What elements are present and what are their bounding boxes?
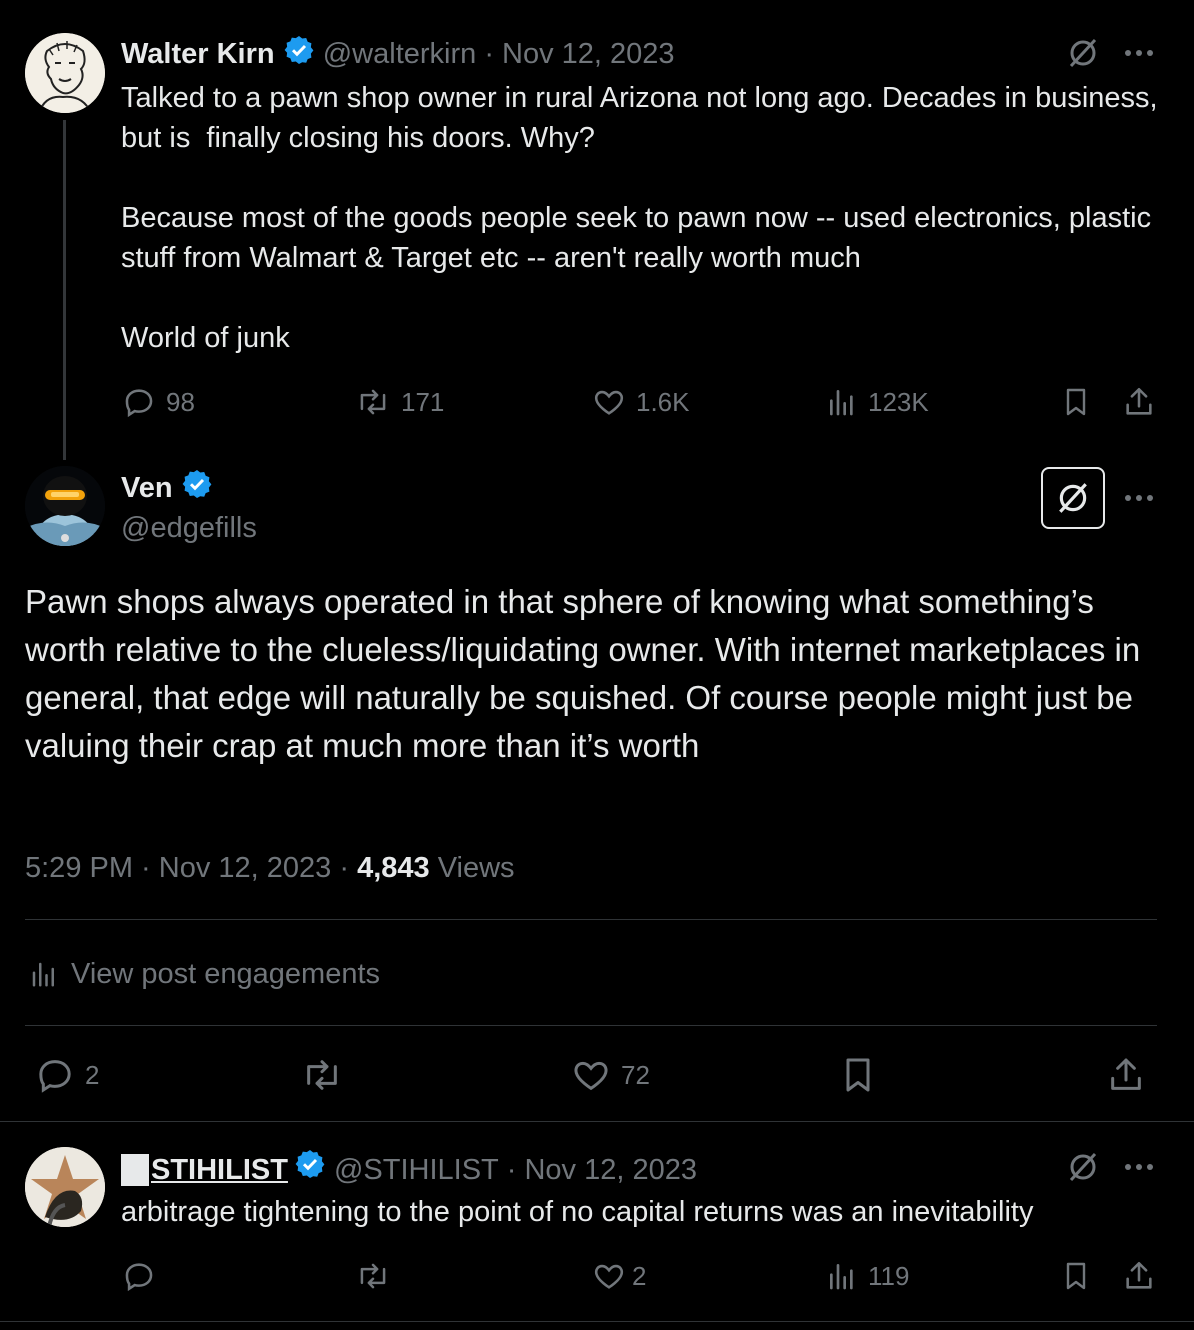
verified-badge-icon (294, 1148, 326, 1191)
repost-count: 171 (401, 386, 445, 417)
avatar-ven[interactable] (25, 466, 105, 546)
repost-button[interactable] (300, 1055, 344, 1095)
reply-icon (122, 1259, 156, 1293)
reply-icon (35, 1055, 75, 1095)
like-count: 1.6K (636, 386, 690, 417)
post-timestamp-row: 5:29 PM · Nov 12, 2023 · 4,843 Views (25, 848, 515, 888)
like-button[interactable]: 72 (571, 1055, 650, 1095)
thread-line (63, 120, 66, 460)
repost-icon (355, 1259, 391, 1293)
author-handle[interactable]: @walterkirn (323, 38, 477, 70)
more-options-icon[interactable] (1124, 48, 1154, 58)
view-engagements-label: View post engagements (71, 958, 381, 990)
repost-icon (355, 385, 391, 419)
reply-icon (122, 385, 156, 419)
grok-icon[interactable] (1066, 36, 1100, 70)
reply-header: STIHILIST @STIHILIST · Nov 12, 2023 (121, 1148, 697, 1191)
share-icon[interactable] (1122, 1259, 1156, 1293)
more-options-icon[interactable] (1124, 1162, 1154, 1172)
flag-icon (121, 1153, 149, 1186)
post-date[interactable]: · Nov 12, 2023 (507, 1150, 697, 1190)
main-author-name-row: Ven (121, 468, 213, 511)
like-button[interactable]: 2 (592, 1259, 646, 1293)
like-count: 72 (621, 1059, 650, 1090)
heart-icon (592, 385, 626, 419)
repost-button[interactable] (355, 1259, 391, 1293)
grok-icon[interactable] (1066, 1150, 1100, 1184)
divider (25, 919, 1157, 920)
verified-badge-icon (283, 34, 315, 77)
divider (25, 1025, 1157, 1026)
more-options-icon[interactable] (1124, 493, 1154, 503)
section-divider (0, 1121, 1194, 1122)
share-icon[interactable] (1122, 385, 1156, 419)
grok-button[interactable] (1041, 467, 1105, 529)
tweet1-text: Talked to a pawn shop owner in rural Ari… (121, 82, 1158, 354)
views-count: 123K (868, 386, 929, 417)
tweet1-header: Walter Kirn @walterkirn · Nov 12, 2023 (121, 34, 675, 77)
share-icon[interactable] (1106, 1055, 1146, 1095)
grok-icon (1055, 480, 1091, 516)
views-button[interactable]: 119 (826, 1259, 909, 1293)
bookmark-icon[interactable] (838, 1055, 878, 1095)
view-engagements-link[interactable]: View post engagements (29, 954, 380, 994)
bookmark-icon[interactable] (1060, 1259, 1092, 1293)
analytics-icon (826, 385, 858, 419)
reply-text: arbitrage tightening to the point of no … (121, 1196, 1034, 1228)
reply-count: 2 (85, 1059, 100, 1090)
verified-badge-icon (181, 468, 213, 511)
author-name[interactable]: STIHILIST (151, 1150, 288, 1190)
avatar-walter-kirn[interactable] (25, 33, 105, 113)
main-tweet-text: Pawn shops always operated in that spher… (25, 583, 1141, 764)
reply-button[interactable] (122, 1259, 156, 1293)
analytics-icon (29, 958, 59, 990)
analytics-icon (826, 1259, 858, 1293)
post-date[interactable]: · Nov 12, 2023 (484, 38, 674, 70)
bottom-divider (0, 1321, 1194, 1322)
views-button[interactable]: 123K (826, 385, 929, 419)
views-count: 119 (868, 1260, 910, 1291)
reply-button[interactable]: 98 (122, 385, 195, 419)
like-count: 2 (632, 1260, 647, 1291)
post-timestamp[interactable]: 5:29 PM · Nov 12, 2023 · (25, 852, 357, 884)
reply-count: 98 (166, 386, 195, 417)
author-handle[interactable]: @edgefills (121, 508, 257, 548)
author-name[interactable]: Walter Kirn (121, 38, 275, 70)
like-button[interactable]: 1.6K (592, 385, 690, 419)
heart-icon (571, 1055, 611, 1095)
author-name[interactable]: Ven (121, 472, 173, 504)
views-count: 4,843 (357, 852, 430, 884)
repost-button[interactable]: 171 (355, 385, 444, 419)
reply-button[interactable]: 2 (35, 1055, 99, 1095)
repost-icon (300, 1055, 344, 1095)
author-handle[interactable]: @STIHILIST (334, 1150, 499, 1190)
bookmark-icon[interactable] (1060, 385, 1092, 419)
heart-icon (592, 1259, 626, 1293)
views-label: Views (429, 852, 515, 884)
avatar-stihilist[interactable] (25, 1147, 105, 1227)
